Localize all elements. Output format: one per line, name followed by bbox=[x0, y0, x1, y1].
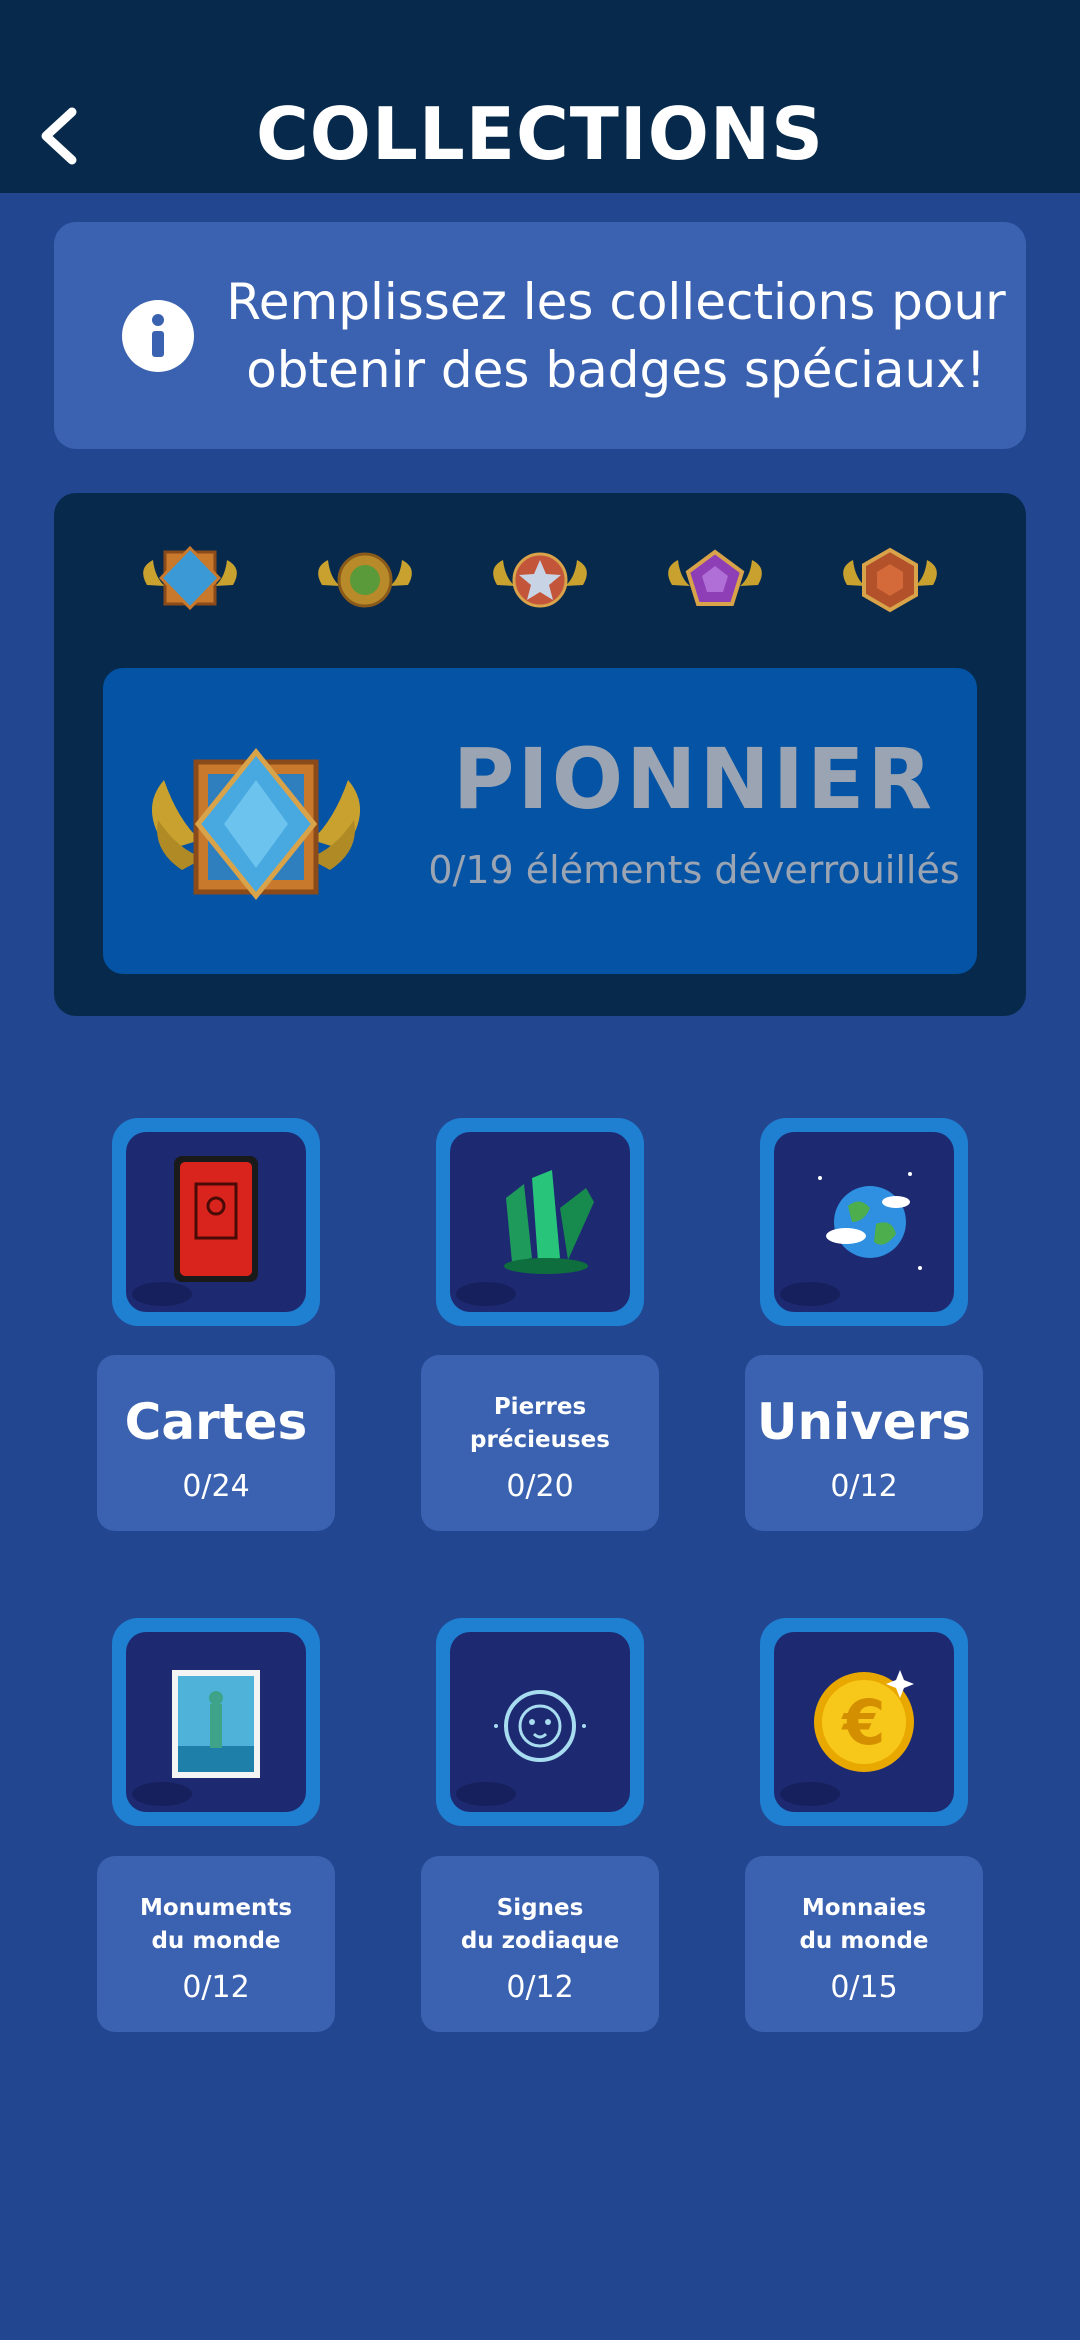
collection-label-cartes[interactable]: Cartes 0/24 bbox=[97, 1355, 335, 1531]
collection-name: Monnaies du monde bbox=[799, 1895, 929, 1954]
collection-count: 0/12 bbox=[830, 1469, 898, 1504]
collection-tile-zodiaque[interactable] bbox=[436, 1618, 644, 1826]
page-title: COLLECTIONS bbox=[255, 92, 825, 176]
badge-progress: 0/19 éléments déverrouillés bbox=[428, 848, 960, 892]
collection-label-univers[interactable]: Univers 0/12 bbox=[745, 1355, 983, 1531]
collection-name: Signes du zodiaque bbox=[460, 1895, 620, 1954]
collection-name: Cartes bbox=[124, 1393, 308, 1451]
collection-tile-monnaies[interactable]: € bbox=[760, 1618, 968, 1826]
collection-tile-monuments[interactable] bbox=[112, 1618, 320, 1826]
copper-hexagon-badge-icon[interactable] bbox=[835, 540, 945, 620]
collection-label-pierres[interactable]: Pierres précieuses 0/20 bbox=[421, 1355, 659, 1531]
green-gear-badge-icon[interactable] bbox=[310, 540, 420, 620]
collection-count: 0/12 bbox=[506, 1970, 574, 2005]
pioneer-badge-icon bbox=[151, 748, 361, 900]
collection-label-monuments[interactable]: Monuments du monde 0/12 bbox=[97, 1856, 335, 2032]
collection-name: Monuments du monde bbox=[139, 1895, 293, 1954]
purple-pentagon-badge-icon[interactable] bbox=[660, 540, 770, 620]
info-icon bbox=[122, 300, 194, 372]
collection-count: 0/24 bbox=[182, 1469, 250, 1504]
badge-name: PIONNIER bbox=[452, 730, 936, 828]
info-message: Remplissez les collections pour obtenir … bbox=[226, 273, 1006, 399]
collection-count: 0/20 bbox=[506, 1469, 574, 1504]
collection-label-zodiaque[interactable]: Signes du zodiaque 0/12 bbox=[421, 1856, 659, 2032]
silver-star-badge-icon[interactable] bbox=[485, 540, 595, 620]
collection-name: Pierres précieuses bbox=[470, 1394, 610, 1453]
collection-tile-cartes[interactable] bbox=[112, 1118, 320, 1326]
svg-text:€: € bbox=[840, 1686, 885, 1759]
collection-name: Univers bbox=[756, 1393, 972, 1451]
collection-tile-univers[interactable] bbox=[760, 1118, 968, 1326]
collection-label-monnaies[interactable]: Monnaies du monde 0/15 bbox=[745, 1856, 983, 2032]
collection-tile-pierres[interactable] bbox=[436, 1118, 644, 1326]
blue-diamond-badge-icon[interactable] bbox=[135, 540, 245, 620]
collection-count: 0/12 bbox=[182, 1970, 250, 2005]
collection-count: 0/15 bbox=[830, 1970, 898, 2005]
